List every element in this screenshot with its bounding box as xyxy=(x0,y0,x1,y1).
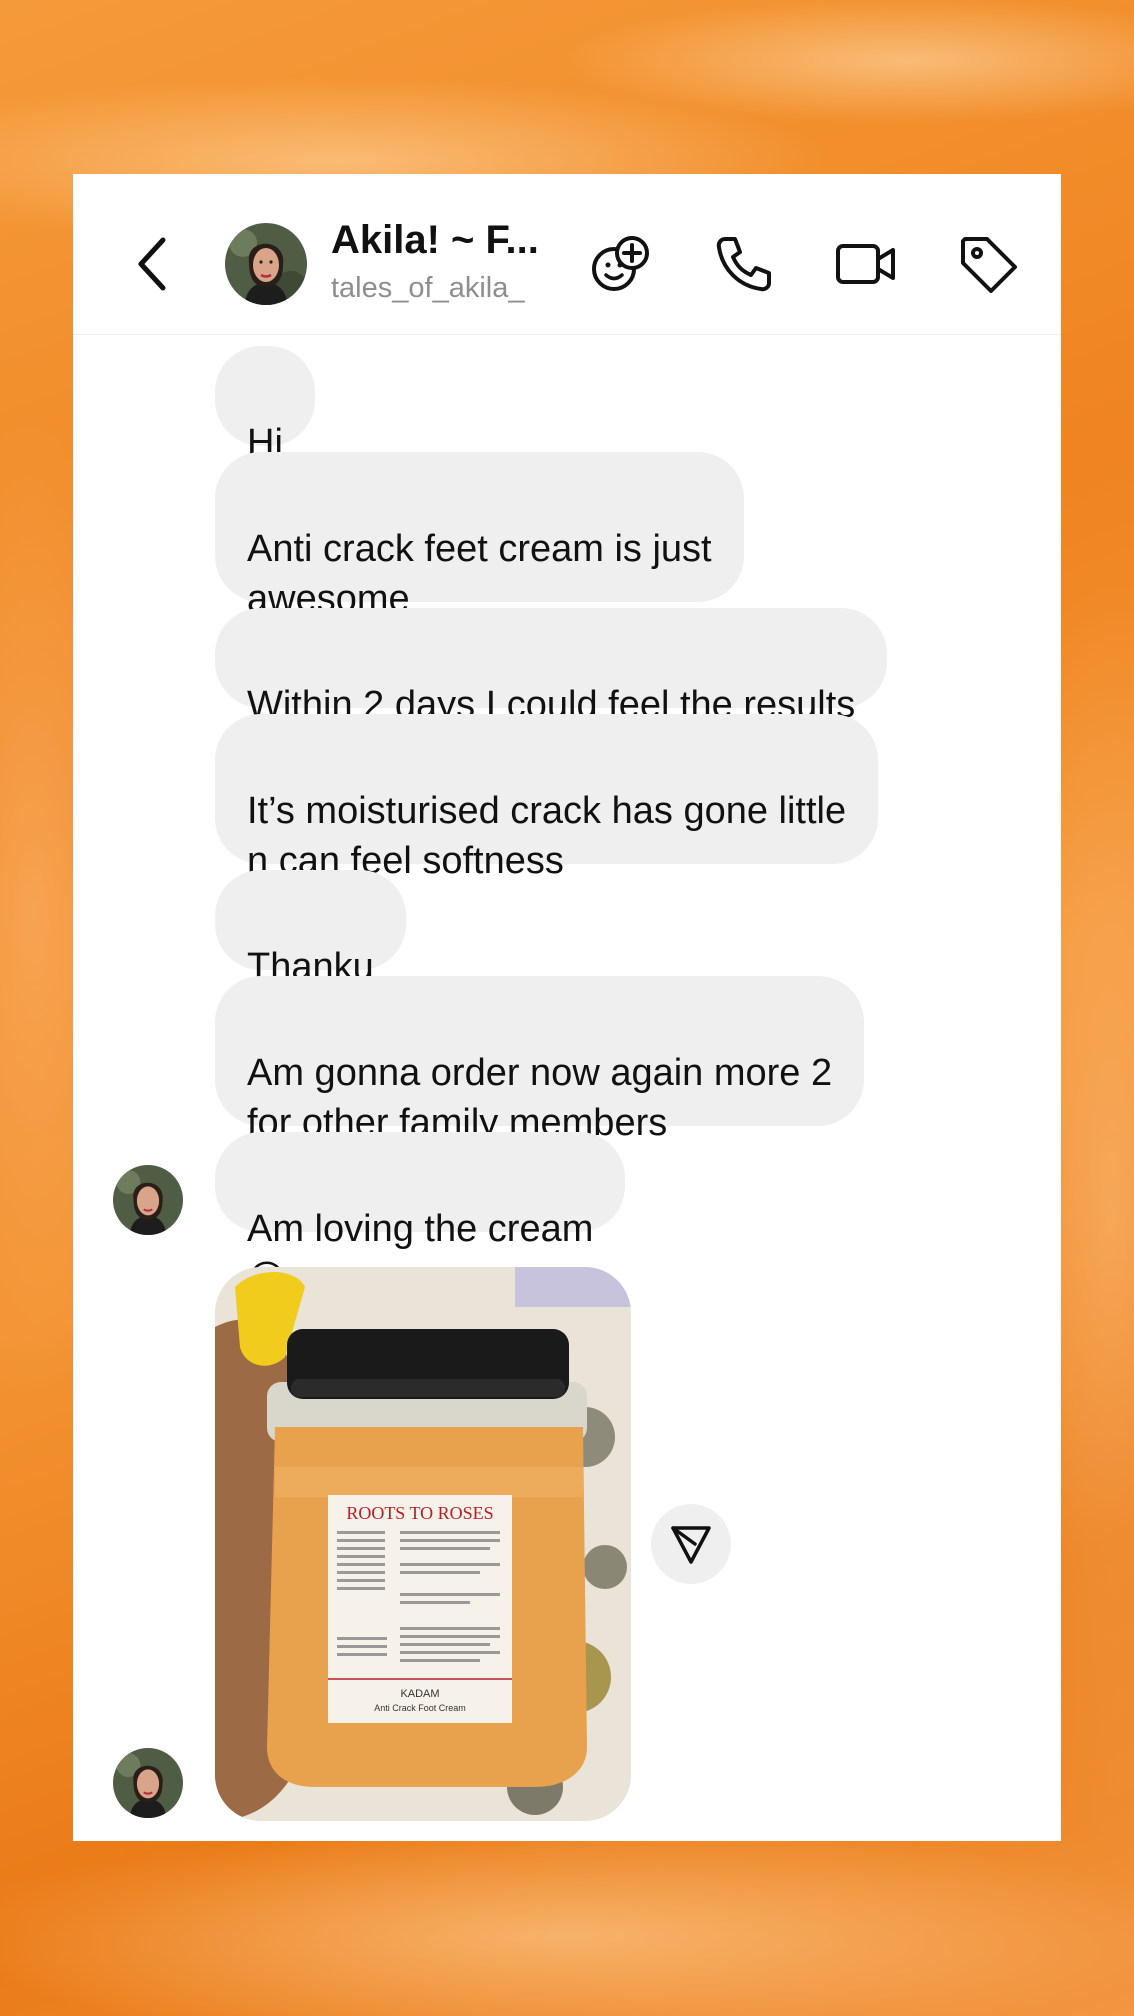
message-text: It’s moisturised crack has gone little n… xyxy=(247,790,847,882)
message-bubble[interactable]: Thanku xyxy=(215,870,406,988)
chat-header: Akila! ~ F... tales_of_akila_ xyxy=(73,174,1061,335)
share-button[interactable] xyxy=(651,1504,731,1584)
message-bubble[interactable]: Am loving the cream 😍 xyxy=(215,1132,626,1301)
tag-button[interactable] xyxy=(955,231,1021,297)
message-bubble[interactable]: Anti crack feet cream is just awesome ☺️ xyxy=(215,452,744,671)
back-button[interactable] xyxy=(133,234,173,294)
avatar-add-icon xyxy=(592,236,649,291)
video-camera-icon xyxy=(836,244,895,284)
photo-subtitle-label: Anti Crack Foot Cream xyxy=(374,1703,466,1713)
contact-name[interactable]: Akila! ~ F... xyxy=(331,218,539,263)
message-text: Am gonna order now again more 2 for othe… xyxy=(247,1052,833,1144)
message-text: Anti crack feet cream is just awesome xyxy=(247,528,712,620)
video-call-button[interactable] xyxy=(833,231,899,297)
message-bubble[interactable]: Am gonna order now again more 2 for othe… xyxy=(215,976,865,1144)
tag-icon xyxy=(961,237,1017,293)
phone-icon xyxy=(716,237,771,292)
contact-handle[interactable]: tales_of_akila_ xyxy=(331,272,524,305)
photo-brand-label: ROOTS TO ROSES xyxy=(346,1503,493,1523)
avatar[interactable] xyxy=(225,223,307,305)
chevron-left-icon xyxy=(138,237,166,291)
photo-message[interactable]: ROOTS TO ROSES KADAM Anti Crack Foot Cre… xyxy=(215,1267,631,1821)
sender-avatar[interactable] xyxy=(113,1748,183,1818)
add-avatar-button[interactable] xyxy=(588,231,654,297)
message-bubble[interactable]: It’s moisturised crack has gone little n… xyxy=(215,714,879,933)
message-bubble[interactable]: Hi xyxy=(215,346,315,464)
photo-product-label: KADAM xyxy=(400,1688,439,1700)
message-text: Am loving the cream xyxy=(247,1208,594,1250)
message-bubble[interactable]: Within 2 days I could feel the results xyxy=(215,608,888,726)
sender-avatar[interactable] xyxy=(113,1165,183,1235)
send-icon xyxy=(671,1526,711,1564)
cream-jar-photo: ROOTS TO ROSES KADAM Anti Crack Foot Cre… xyxy=(215,1267,631,1821)
chat-card: Akila! ~ F... tales_of_akila_ Hi Anti cr… xyxy=(73,174,1061,1841)
call-button[interactable] xyxy=(711,231,777,297)
